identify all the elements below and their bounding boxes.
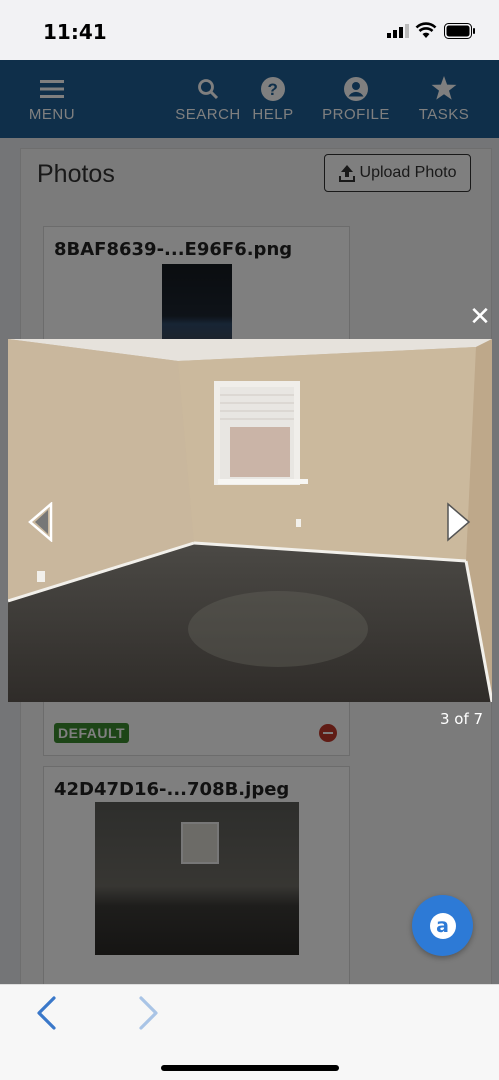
battery-icon [444, 23, 475, 39]
cellular-signal-icon [387, 24, 409, 38]
home-indicator [161, 1065, 339, 1071]
status-time: 11:41 [43, 20, 107, 44]
browser-toolbar [0, 984, 499, 1080]
room-photo [8, 339, 492, 702]
lightbox-photo[interactable] [8, 339, 492, 702]
status-bar: 11:41 [0, 0, 499, 60]
chat-icon: a [429, 912, 456, 939]
photo-counter: 3 of 7 [440, 710, 484, 728]
chevron-left-icon[interactable] [32, 995, 62, 1031]
chevron-right-icon[interactable] [133, 995, 163, 1031]
triangle-left-icon[interactable] [27, 502, 55, 542]
wifi-icon [415, 22, 437, 38]
close-icon[interactable]: ✕ [467, 303, 493, 329]
triangle-right-icon[interactable] [444, 502, 472, 542]
chat-button[interactable]: a [412, 895, 473, 956]
